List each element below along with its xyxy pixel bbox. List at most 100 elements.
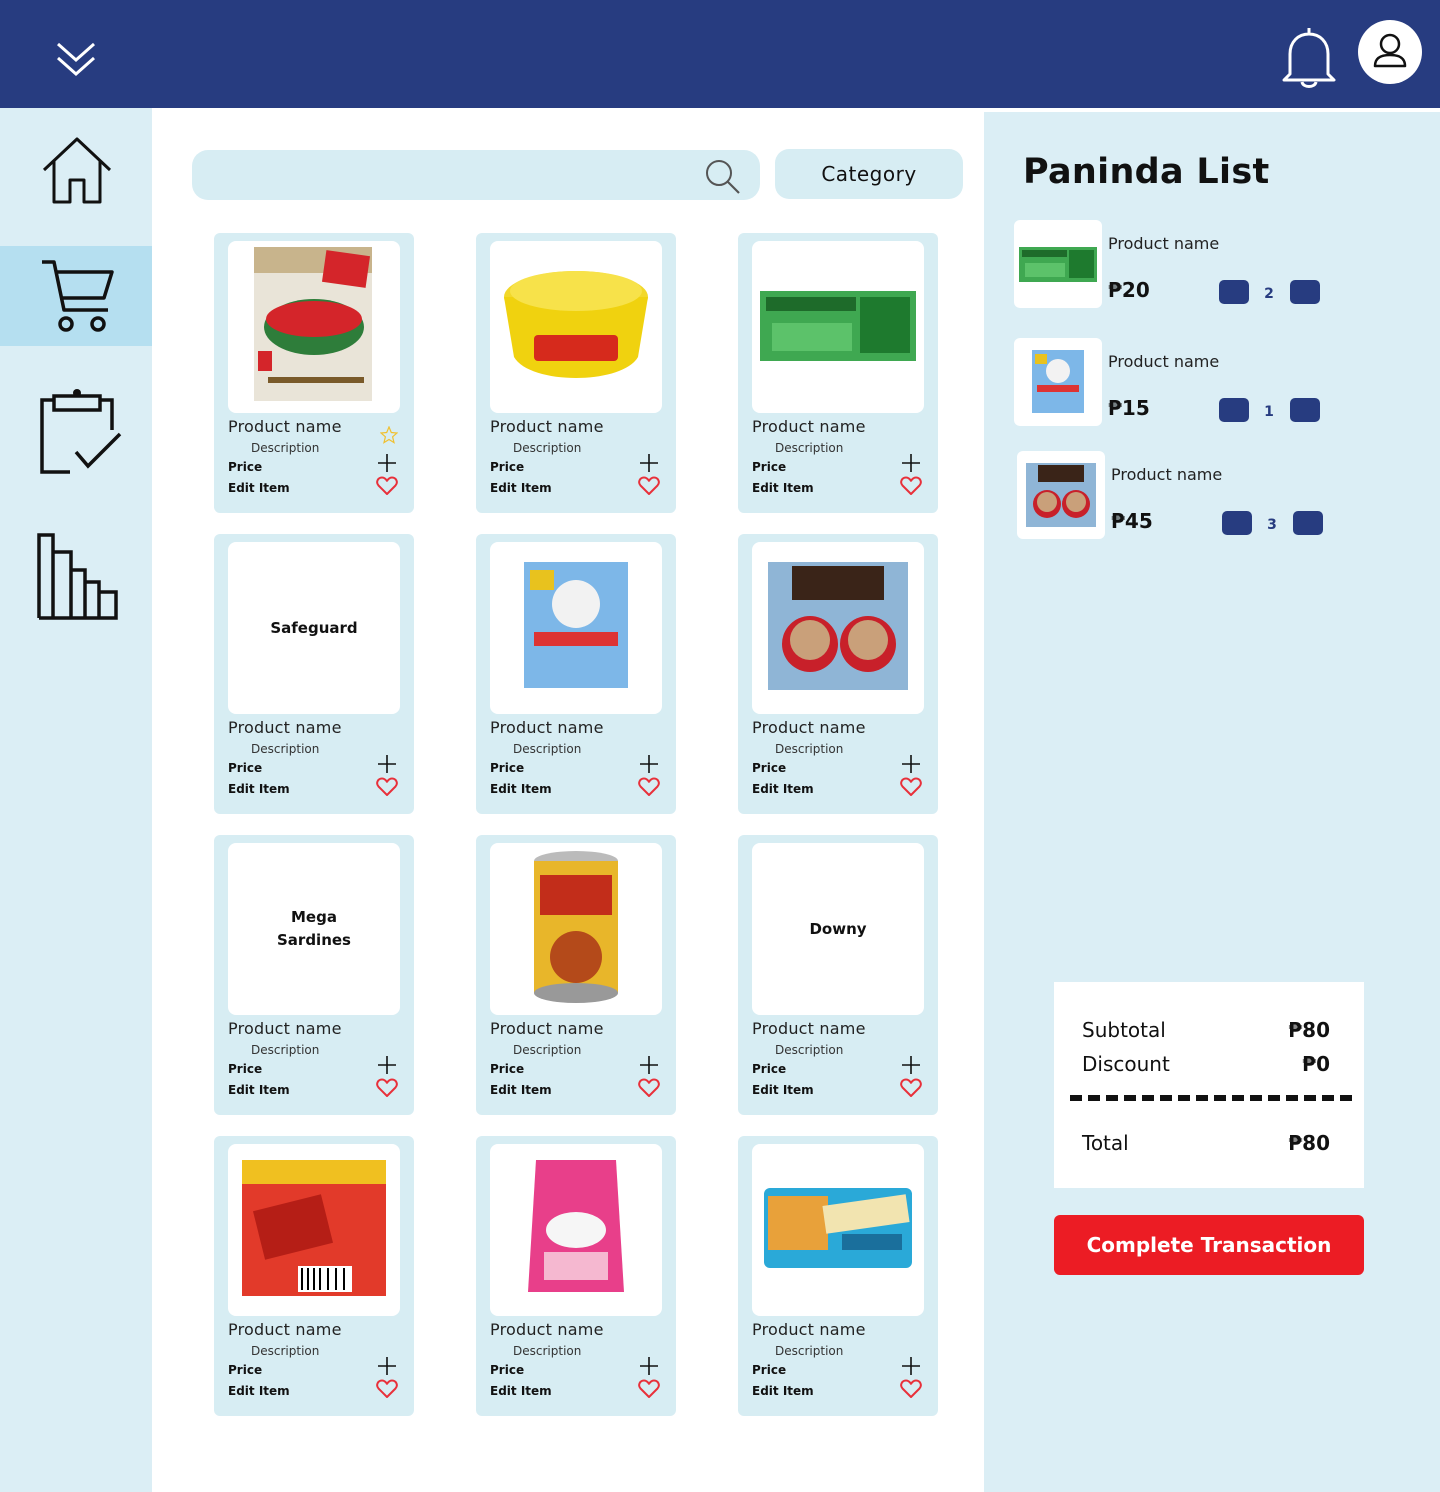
user-avatar-button[interactable] bbox=[1358, 20, 1422, 84]
heart-icon[interactable] bbox=[638, 1078, 660, 1098]
add-to-cart-icon[interactable] bbox=[901, 1356, 921, 1376]
heart-icon[interactable] bbox=[376, 1078, 398, 1098]
cart-item-price: ₱45 bbox=[1111, 509, 1153, 533]
product-description: Description bbox=[251, 441, 320, 455]
product-name: Product name bbox=[490, 718, 604, 737]
product-card[interactable]: Product name Description Price Edit Item bbox=[476, 534, 676, 814]
product-description: Description bbox=[251, 1043, 320, 1057]
cart-item-qty: 3 bbox=[1267, 517, 1277, 533]
edit-item-link[interactable]: Edit Item bbox=[228, 481, 290, 495]
add-to-cart-icon[interactable] bbox=[901, 453, 921, 473]
product-image-frame[interactable] bbox=[490, 843, 662, 1015]
product-image-frame[interactable] bbox=[752, 1144, 924, 1316]
heart-icon[interactable] bbox=[376, 1379, 398, 1399]
heart-icon[interactable] bbox=[638, 476, 660, 496]
cart-item-price: ₱15 bbox=[1108, 396, 1150, 420]
edit-item-link[interactable]: Edit Item bbox=[490, 481, 552, 495]
product-image-frame[interactable] bbox=[228, 1144, 400, 1316]
cart-icon bbox=[42, 260, 114, 332]
add-to-cart-icon[interactable] bbox=[377, 453, 397, 473]
increase-qty-button[interactable] bbox=[1290, 280, 1320, 304]
edit-item-link[interactable]: Edit Item bbox=[228, 1083, 290, 1097]
product-description: Description bbox=[513, 1043, 582, 1057]
discount-label: Discount bbox=[1082, 1052, 1170, 1076]
decrease-qty-button[interactable] bbox=[1222, 511, 1252, 535]
add-to-cart-icon[interactable] bbox=[377, 1055, 397, 1075]
category-button[interactable]: Category bbox=[775, 149, 963, 199]
product-image-frame[interactable] bbox=[490, 1144, 662, 1316]
edit-item-link[interactable]: Edit Item bbox=[228, 782, 290, 796]
summary-box: Subtotal ₱80 Discount ₱0 Total ₱80 bbox=[1054, 982, 1364, 1188]
star-icon[interactable] bbox=[380, 426, 398, 444]
increase-qty-button[interactable] bbox=[1290, 398, 1320, 422]
heart-icon[interactable] bbox=[900, 1379, 922, 1399]
product-card[interactable]: Safeguard Product name Description Price… bbox=[214, 534, 414, 814]
heart-icon[interactable] bbox=[638, 1379, 660, 1399]
heart-icon[interactable] bbox=[900, 1078, 922, 1098]
search-input[interactable] bbox=[212, 160, 692, 190]
paninda-list-panel bbox=[984, 112, 1440, 1492]
heart-icon[interactable] bbox=[638, 777, 660, 797]
search-bar[interactable] bbox=[192, 150, 760, 200]
product-card[interactable]: Product name Description Price Edit Item bbox=[214, 1136, 414, 1416]
product-image-frame[interactable] bbox=[490, 542, 662, 714]
search-icon[interactable] bbox=[704, 158, 742, 196]
product-name: Product name bbox=[752, 718, 866, 737]
add-to-cart-icon[interactable] bbox=[901, 1055, 921, 1075]
product-card[interactable]: Product name Description Price Edit Item bbox=[738, 233, 938, 513]
product-image-frame[interactable] bbox=[752, 542, 924, 714]
add-to-cart-icon[interactable] bbox=[377, 1356, 397, 1376]
cart-item-thumbnail bbox=[1014, 338, 1102, 426]
edit-item-link[interactable]: Edit Item bbox=[752, 782, 814, 796]
product-description: Description bbox=[513, 742, 582, 756]
product-image-frame[interactable]: Safeguard bbox=[228, 542, 400, 714]
product-card[interactable]: Product name Description Price Edit Item bbox=[476, 233, 676, 513]
add-to-cart-icon[interactable] bbox=[639, 1356, 659, 1376]
edit-item-link[interactable]: Edit Item bbox=[752, 1384, 814, 1398]
product-card[interactable]: Product name Description Price Edit Item bbox=[738, 1136, 938, 1416]
edit-item-link[interactable]: Edit Item bbox=[228, 1384, 290, 1398]
divider bbox=[1070, 1095, 1352, 1101]
product-image-frame[interactable] bbox=[752, 241, 924, 413]
cart-item: Product name ₱45 3 bbox=[1017, 451, 1417, 541]
product-description: Description bbox=[251, 1344, 320, 1358]
product-image-frame[interactable]: Mega Sardines bbox=[228, 843, 400, 1015]
sidebar-item-cart[interactable] bbox=[0, 246, 152, 346]
product-name: Product name bbox=[752, 1019, 866, 1038]
product-card[interactable]: Product name Description Price Edit Item bbox=[476, 835, 676, 1115]
edit-item-link[interactable]: Edit Item bbox=[752, 1083, 814, 1097]
heart-icon[interactable] bbox=[900, 476, 922, 496]
decrease-qty-button[interactable] bbox=[1219, 398, 1249, 422]
double-chevron-down-icon[interactable] bbox=[52, 38, 100, 82]
edit-item-link[interactable]: Edit Item bbox=[752, 481, 814, 495]
sidebar-item-reports[interactable] bbox=[0, 528, 152, 628]
sidebar-item-home[interactable] bbox=[0, 116, 152, 216]
product-card[interactable]: Product name Description Price Edit Item bbox=[476, 1136, 676, 1416]
edit-item-link[interactable]: Edit Item bbox=[490, 782, 552, 796]
product-card[interactable]: Product name Description Price Edit Item bbox=[214, 233, 414, 513]
edit-item-link[interactable]: Edit Item bbox=[490, 1083, 552, 1097]
product-image-label: Mega Sardines bbox=[277, 908, 351, 949]
heart-icon[interactable] bbox=[900, 777, 922, 797]
add-to-cart-icon[interactable] bbox=[639, 453, 659, 473]
add-to-cart-icon[interactable] bbox=[377, 754, 397, 774]
product-description: Description bbox=[775, 441, 844, 455]
sidebar-item-orders[interactable] bbox=[0, 380, 152, 480]
product-card[interactable]: Product name Description Price Edit Item bbox=[738, 534, 938, 814]
decrease-qty-button[interactable] bbox=[1219, 280, 1249, 304]
product-price: Price bbox=[228, 1062, 263, 1076]
heart-icon[interactable] bbox=[376, 476, 398, 496]
complete-transaction-button[interactable]: Complete Transaction bbox=[1054, 1215, 1364, 1275]
heart-icon[interactable] bbox=[376, 777, 398, 797]
edit-item-link[interactable]: Edit Item bbox=[490, 1384, 552, 1398]
increase-qty-button[interactable] bbox=[1293, 511, 1323, 535]
product-card[interactable]: Mega Sardines Product name Description P… bbox=[214, 835, 414, 1115]
product-image-frame[interactable] bbox=[228, 241, 400, 413]
product-image-frame[interactable]: Downy bbox=[752, 843, 924, 1015]
add-to-cart-icon[interactable] bbox=[639, 754, 659, 774]
product-image-frame[interactable] bbox=[490, 241, 662, 413]
product-card[interactable]: Downy Product name Description Price Edi… bbox=[738, 835, 938, 1115]
bell-icon[interactable] bbox=[1278, 24, 1340, 90]
add-to-cart-icon[interactable] bbox=[639, 1055, 659, 1075]
add-to-cart-icon[interactable] bbox=[901, 754, 921, 774]
